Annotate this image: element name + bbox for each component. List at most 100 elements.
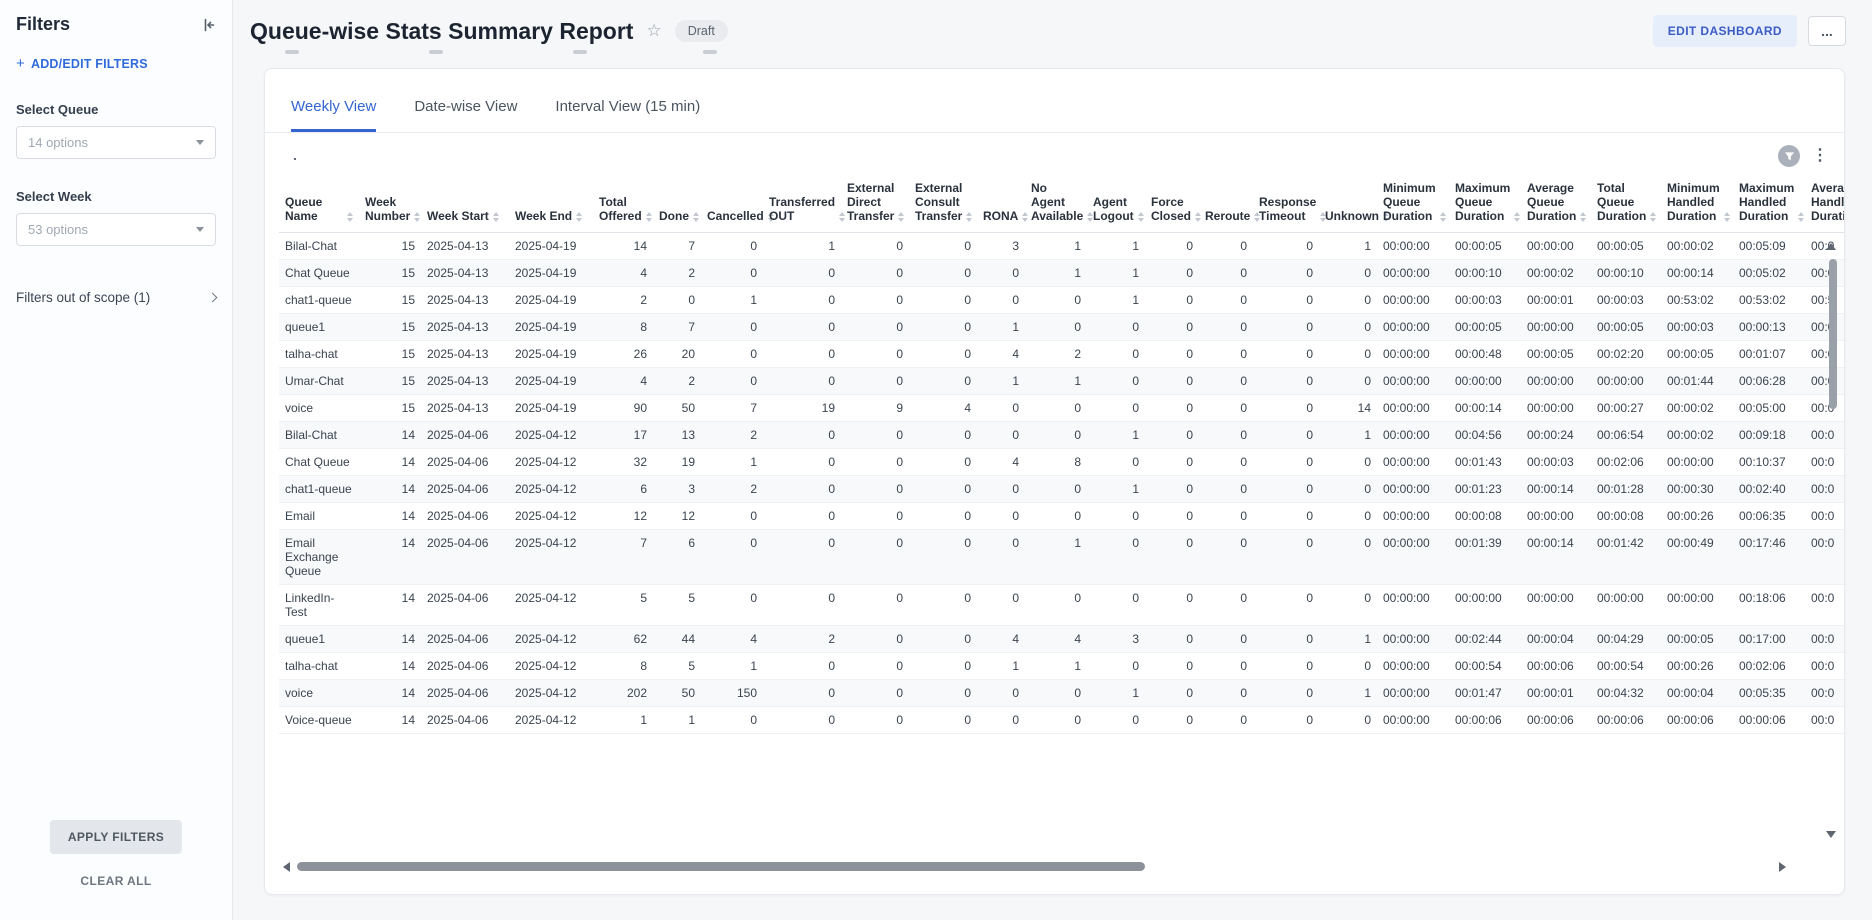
cell: chat1-queue <box>279 476 359 503</box>
table-row[interactable]: Email Exchange Queue142025-04-062025-04-… <box>279 530 1844 585</box>
cell: 00:00:00 <box>1521 503 1591 530</box>
cell: 2025-04-12 <box>509 422 593 449</box>
select-queue-value: 14 options <box>28 135 88 150</box>
tab-weekly-view[interactable]: Weekly View <box>291 98 376 132</box>
column-filter-button[interactable] <box>1778 145 1800 167</box>
column-header-maximum-handled-duration[interactable]: Maximum Handled Duration <box>1733 177 1805 233</box>
sort-icon[interactable] <box>576 212 582 223</box>
column-header-force-closed[interactable]: Force Closed <box>1145 177 1199 233</box>
column-header-transferred-out[interactable]: Transferred OUT <box>763 177 841 233</box>
column-header-maximum-queue-duration[interactable]: Maximum Queue Duration <box>1449 177 1521 233</box>
column-header-agent-logout[interactable]: Agent Logout <box>1087 177 1145 233</box>
clear-all-button[interactable]: CLEAR ALL <box>0 874 232 888</box>
column-header-cancelled[interactable]: Cancelled <box>701 177 763 233</box>
cell: 2 <box>701 476 763 503</box>
sort-icon[interactable] <box>1798 212 1804 223</box>
sort-icon[interactable] <box>966 212 972 223</box>
table-row[interactable]: Bilal-Chat142025-04-062025-04-1217132000… <box>279 422 1844 449</box>
cell: 8 <box>1025 449 1087 476</box>
column-header-total-queue-duration[interactable]: Total Queue Duration <box>1591 177 1661 233</box>
column-header-week-number[interactable]: Week Number <box>359 177 421 233</box>
star-icon[interactable]: ☆ <box>646 21 661 41</box>
column-header-external-direct-transfer[interactable]: External Direct Transfer <box>841 177 909 233</box>
table-row[interactable]: queue1142025-04-062025-04-12624442004430… <box>279 626 1844 653</box>
kebab-menu-icon[interactable]: ⋮ <box>1812 148 1828 164</box>
column-header-response-timeout[interactable]: Response Timeout <box>1253 177 1319 233</box>
cell: 0 <box>1145 626 1199 653</box>
column-header-week-start[interactable]: Week Start <box>421 177 509 233</box>
column-header-unknown[interactable]: Unknown <box>1319 177 1377 233</box>
table-row[interactable]: Bilal-Chat152025-04-132025-04-1914701003… <box>279 233 1844 260</box>
sort-icon[interactable] <box>1650 212 1656 223</box>
cell: 0 <box>977 707 1025 734</box>
cell: 2025-04-13 <box>421 260 509 287</box>
table-row[interactable]: Umar-Chat152025-04-132025-04-19420000110… <box>279 368 1844 395</box>
cell: 0 <box>1087 395 1145 422</box>
column-header-minimum-queue-duration[interactable]: Minimum Queue Duration <box>1377 177 1449 233</box>
sort-icon[interactable] <box>1440 212 1446 223</box>
column-header-no-agent-available[interactable]: No Agent Available <box>1025 177 1087 233</box>
select-week-dropdown[interactable]: 53 options <box>16 213 216 246</box>
add-edit-filters-label: ADD/EDIT FILTERS <box>31 57 148 71</box>
tab-date-wise-view[interactable]: Date-wise View <box>414 98 517 132</box>
column-header-average-queue-duration[interactable]: Average Queue Duration <box>1521 177 1591 233</box>
add-edit-filters-button[interactable]: + ADD/EDIT FILTERS <box>16 55 216 72</box>
collapse-sidebar-icon[interactable] <box>200 17 216 33</box>
column-header-done[interactable]: Done <box>653 177 701 233</box>
table-row[interactable]: chat1-queue142025-04-062025-04-126320000… <box>279 476 1844 503</box>
sort-icon[interactable] <box>1514 212 1520 223</box>
column-header-reroute[interactable]: Reroute <box>1199 177 1253 233</box>
table-row[interactable]: LinkedIn-Test142025-04-062025-04-1255000… <box>279 585 1844 626</box>
sort-icon[interactable] <box>1580 212 1586 223</box>
more-options-button[interactable]: ... <box>1808 16 1846 46</box>
vertical-scrollbar-thumb[interactable] <box>1829 259 1837 409</box>
scroll-down-arrow[interactable] <box>1826 831 1836 838</box>
cell: 00:06:54 <box>1591 422 1661 449</box>
edit-dashboard-button[interactable]: EDIT DASHBOARD <box>1653 15 1797 47</box>
table-row[interactable]: Voice-queue142025-04-062025-04-121100000… <box>279 707 1844 734</box>
chevron-down-icon <box>196 227 204 232</box>
cell: 17 <box>593 422 653 449</box>
table-row[interactable]: Email142025-04-062025-04-121212000000000… <box>279 503 1844 530</box>
select-queue-dropdown[interactable]: 14 options <box>16 126 216 159</box>
cell: 0 <box>1253 585 1319 626</box>
table-row[interactable]: talha-chat152025-04-132025-04-1926200000… <box>279 341 1844 368</box>
sort-icon[interactable] <box>839 212 845 223</box>
sort-icon[interactable] <box>1195 212 1201 223</box>
scroll-up-arrow[interactable] <box>1826 243 1836 250</box>
scroll-right-arrow[interactable] <box>1779 862 1786 872</box>
column-header-average-handled-duration[interactable]: Average Handled Duration <box>1805 177 1844 233</box>
cell: 1 <box>701 287 763 314</box>
sort-icon[interactable] <box>1138 212 1144 223</box>
cell: 00:00:00 <box>1377 449 1449 476</box>
column-header-rona[interactable]: RONA <box>977 177 1025 233</box>
sort-icon[interactable] <box>1022 212 1028 223</box>
table-row[interactable]: voice152025-04-132025-04-199050719940000… <box>279 395 1844 422</box>
sort-icon[interactable] <box>414 212 420 223</box>
sort-icon[interactable] <box>493 212 499 223</box>
apply-filters-button[interactable]: APPLY FILTERS <box>50 820 182 854</box>
sort-icon[interactable] <box>347 212 353 223</box>
column-header-minimum-handled-duration[interactable]: Minimum Handled Duration <box>1661 177 1733 233</box>
scroll-left-arrow[interactable] <box>283 862 290 872</box>
sort-icon[interactable] <box>1724 212 1730 223</box>
horizontal-scrollbar-thumb[interactable] <box>297 862 1145 871</box>
filters-out-of-scope[interactable]: Filters out of scope (1) <box>16 290 216 305</box>
column-header-external-consult-transfer[interactable]: External Consult Transfer <box>909 177 977 233</box>
column-header-total-offered[interactable]: Total Offered <box>593 177 653 233</box>
sort-icon[interactable] <box>693 212 699 223</box>
table-row[interactable]: Chat Queue152025-04-132025-04-1942000001… <box>279 260 1844 287</box>
table-row[interactable]: voice142025-04-062025-04-122025015000000… <box>279 680 1844 707</box>
tab-interval-view[interactable]: Interval View (15 min) <box>555 98 700 132</box>
table-row[interactable]: Chat Queue142025-04-062025-04-1232191000… <box>279 449 1844 476</box>
cell: 00:00:00 <box>1521 395 1591 422</box>
table-row[interactable]: talha-chat142025-04-062025-04-1285100011… <box>279 653 1844 680</box>
sort-icon[interactable] <box>646 212 652 223</box>
table-row[interactable]: chat1-queue152025-04-132025-04-192010000… <box>279 287 1844 314</box>
cell: 00:01:44 <box>1661 368 1733 395</box>
cell: 0 <box>841 530 909 585</box>
column-header-queue-name[interactable]: Queue Name <box>279 177 359 233</box>
table-row[interactable]: queue1152025-04-132025-04-19870000100000… <box>279 314 1844 341</box>
column-header-week-end[interactable]: Week End <box>509 177 593 233</box>
sort-icon[interactable] <box>898 212 904 223</box>
